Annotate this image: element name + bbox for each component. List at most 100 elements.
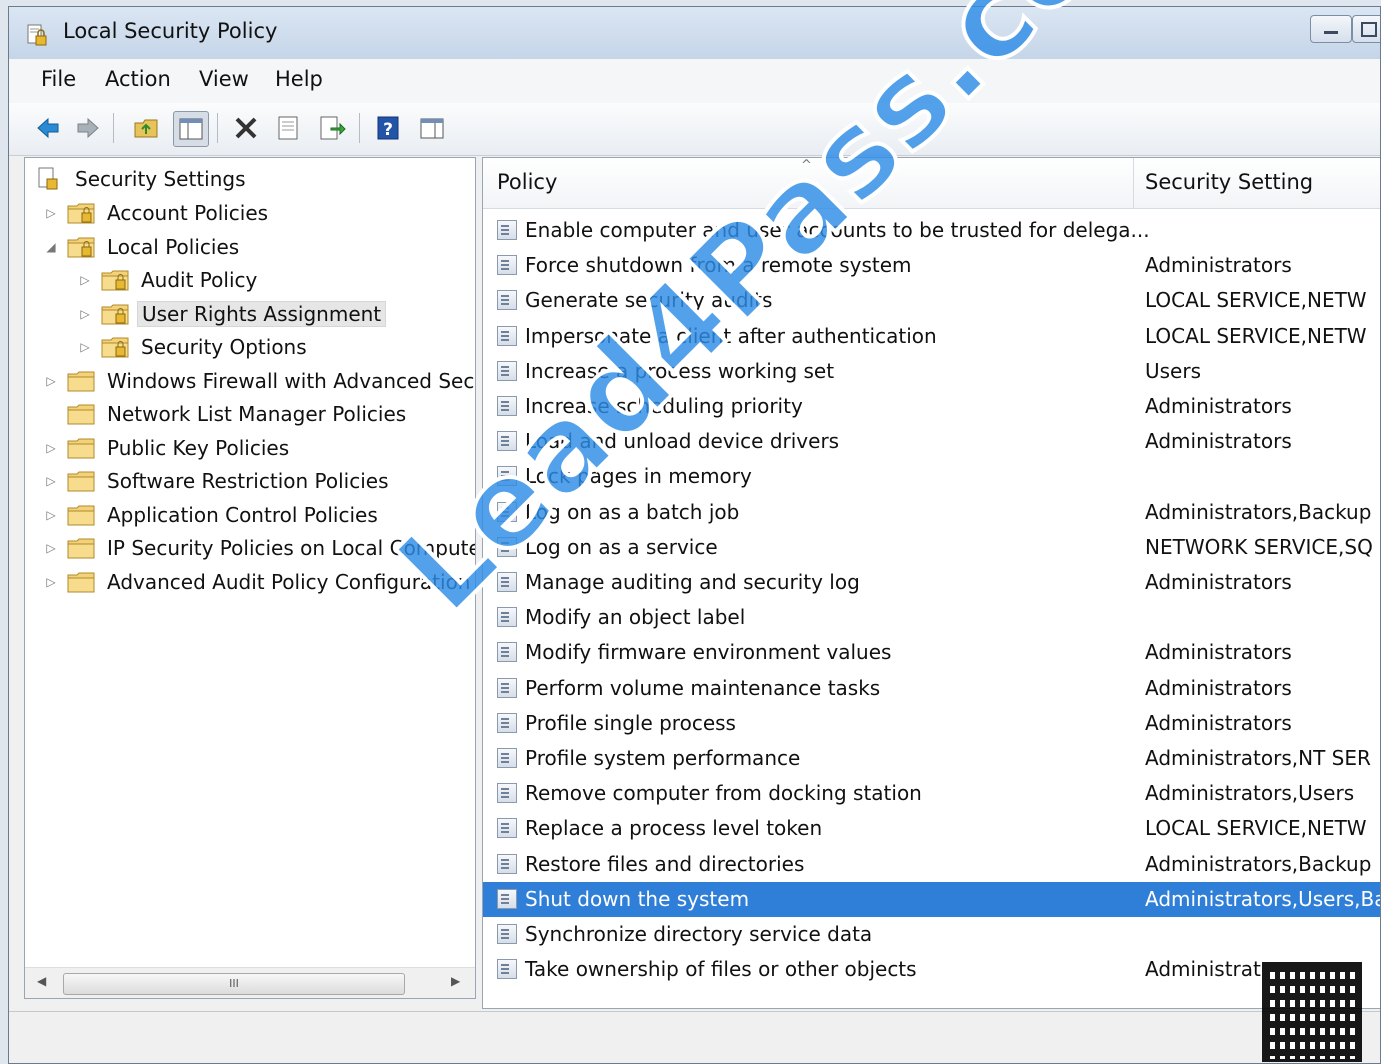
- policy-row[interactable]: Replace a process level token LOCAL SERVI…: [483, 811, 1380, 846]
- policy-name: Synchronize directory service data: [525, 922, 873, 946]
- tree-root[interactable]: Security Settings: [35, 164, 250, 194]
- expand-arrow-icon[interactable]: ▷: [43, 474, 59, 488]
- policy-list-pane[interactable]: ^ Policy Security Setting Enable compute…: [482, 157, 1380, 1009]
- tree-item[interactable]: ▷ Advanced Audit Policy Configuration: [43, 567, 474, 597]
- export-list-icon[interactable]: [315, 111, 349, 145]
- expand-arrow-icon[interactable]: ▷: [77, 273, 93, 287]
- tree-item[interactable]: ▷ Audit Policy: [77, 265, 261, 295]
- folder-icon: [67, 572, 95, 592]
- qr-code-image: [1262, 962, 1362, 1062]
- menu-help[interactable]: Help: [275, 67, 323, 91]
- tree-pane[interactable]: Security Settings ▷ Account Policies ◢ Loca…: [24, 157, 476, 999]
- menu-action[interactable]: Action: [105, 67, 171, 91]
- policy-row[interactable]: Impersonate a client after authenticatio…: [483, 319, 1380, 354]
- tree-item-label: Audit Policy: [141, 268, 258, 292]
- delete-icon[interactable]: [229, 111, 263, 145]
- tree-item-label: Network List Manager Policies: [107, 402, 407, 426]
- action-pane-icon[interactable]: [415, 111, 449, 145]
- maximize-button[interactable]: [1352, 15, 1380, 43]
- show-hide-tree-icon[interactable]: [173, 111, 209, 147]
- folder-icon: [101, 304, 129, 324]
- column-security-setting[interactable]: Security Setting: [1145, 170, 1313, 194]
- expand-arrow-icon[interactable]: ◢: [43, 240, 59, 254]
- scroll-right-icon[interactable]: ▶: [451, 974, 460, 988]
- tree-item[interactable]: ▷ User Rights Assignment: [77, 299, 387, 329]
- title-bar[interactable]: Local Security Policy: [9, 7, 1380, 59]
- expand-arrow-icon[interactable]: ▷: [43, 575, 59, 589]
- expand-arrow-icon[interactable]: ▷: [43, 441, 59, 455]
- window-title: Local Security Policy: [63, 19, 278, 43]
- policy-row[interactable]: Take ownership of files or other objects…: [483, 952, 1380, 987]
- back-icon[interactable]: [31, 111, 65, 145]
- tree-item[interactable]: ◢ Local Policies: [43, 232, 243, 262]
- policy-row[interactable]: Lock pages in memory: [483, 459, 1380, 494]
- policy-row[interactable]: Generate security audits LOCAL SERVICE,NE…: [483, 283, 1380, 318]
- policy-row[interactable]: Synchronize directory service data: [483, 917, 1380, 952]
- properties-icon[interactable]: [271, 111, 305, 145]
- policy-row[interactable]: Modify an object label: [483, 600, 1380, 635]
- help-icon[interactable]: ?: [371, 111, 405, 145]
- policy-row[interactable]: Force shutdown from a remote system Admin…: [483, 248, 1380, 283]
- forward-icon[interactable]: [71, 111, 105, 145]
- policy-row[interactable]: Shut down the system Administrators,Users…: [483, 881, 1380, 917]
- tree-item[interactable]: ▷ IP Security Policies on Local Compute: [43, 533, 475, 563]
- policy-icon: [497, 607, 517, 628]
- tree-item[interactable]: ▷ Public Key Policies: [43, 433, 293, 463]
- up-folder-icon[interactable]: [129, 111, 163, 145]
- policy-setting: Users: [1145, 358, 1202, 383]
- expand-arrow-icon[interactable]: ▷: [43, 374, 59, 388]
- policy-name: Modify an object label: [525, 605, 746, 630]
- policy-row[interactable]: Profile single process Administrators: [483, 706, 1380, 741]
- policy-icon: [497, 572, 517, 592]
- tree-item-label: Public Key Policies: [107, 435, 290, 460]
- policy-setting: Administrators: [1145, 640, 1292, 665]
- tree-item[interactable]: ▷ Software Restriction Policies: [43, 466, 393, 496]
- scroll-thumb[interactable]: III: [63, 973, 405, 995]
- expand-arrow-icon[interactable]: ▷: [43, 541, 59, 555]
- policy-name: Lock pages in memory: [525, 464, 752, 489]
- policy-row[interactable]: Log on as a service NETWORK SERVICE,SQ: [483, 530, 1380, 565]
- policy-row[interactable]: Increase scheduling priority Administrato…: [483, 389, 1380, 424]
- tree-item[interactable]: ▷ Account Policies: [43, 198, 272, 228]
- policy-row[interactable]: Load and unload device drivers Administra…: [483, 424, 1380, 459]
- expand-arrow-icon[interactable]: ▷: [43, 508, 59, 522]
- sort-ascending-icon: ^: [801, 158, 812, 173]
- tree-item[interactable]: Network List Manager Policies: [43, 399, 410, 429]
- policy-icon: [497, 220, 517, 240]
- tree-item-label: Account Policies: [107, 201, 269, 225]
- tree-item[interactable]: ▷ Security Options: [77, 332, 311, 362]
- policy-row[interactable]: Manage auditing and security log Administ…: [483, 565, 1380, 600]
- policy-icon: [497, 290, 517, 311]
- folder-icon: [67, 404, 95, 425]
- expand-arrow-icon[interactable]: ▷: [77, 307, 93, 321]
- policy-icon: [497, 501, 517, 522]
- tree-hscrollbar[interactable]: ◀ III ▶: [25, 967, 475, 998]
- policy-row[interactable]: Profile system performance Administrators…: [483, 741, 1380, 776]
- policy-row[interactable]: Increase a process working set Users: [483, 354, 1380, 389]
- menu-file[interactable]: File: [41, 67, 76, 91]
- policy-name: Remove computer from docking station: [525, 781, 922, 806]
- policy-row[interactable]: Log on as a batch job Administrators,Back…: [483, 495, 1380, 530]
- expand-arrow-icon[interactable]: ▷: [43, 206, 59, 220]
- policy-name: Enable computer and user accounts to be …: [525, 218, 1150, 242]
- policy-row[interactable]: Enable computer and user accounts to be …: [483, 213, 1380, 248]
- expand-arrow-icon[interactable]: ▷: [77, 340, 93, 354]
- tree-item[interactable]: ▷ Application Control Policies: [43, 500, 382, 530]
- tree-item-label: User Rights Assignment: [137, 300, 387, 327]
- minimize-button[interactable]: [1310, 15, 1352, 43]
- menu-view[interactable]: View: [199, 67, 249, 91]
- column-policy[interactable]: Policy: [497, 170, 557, 194]
- scroll-left-icon[interactable]: ◀: [37, 974, 46, 988]
- policy-row[interactable]: Perform volume maintenance tasks Administ…: [483, 671, 1380, 706]
- policy-icon: [497, 536, 517, 557]
- policy-setting: Administrat: [1145, 957, 1261, 982]
- folder-icon: [67, 371, 95, 391]
- tree-item[interactable]: ▷ Windows Firewall with Advanced Secu: [43, 366, 475, 396]
- folder-icon: [67, 538, 95, 559]
- policy-row[interactable]: Modify firmware environment values Admini…: [483, 635, 1380, 670]
- policy-name: Modify firmware environment values: [525, 640, 892, 665]
- policy-name: Perform volume maintenance tasks: [525, 675, 881, 700]
- policy-row[interactable]: Remove computer from docking station Admi…: [483, 776, 1380, 811]
- policy-setting: Administrators: [1145, 253, 1292, 278]
- policy-row[interactable]: Restore files and directories Administrat…: [483, 847, 1380, 882]
